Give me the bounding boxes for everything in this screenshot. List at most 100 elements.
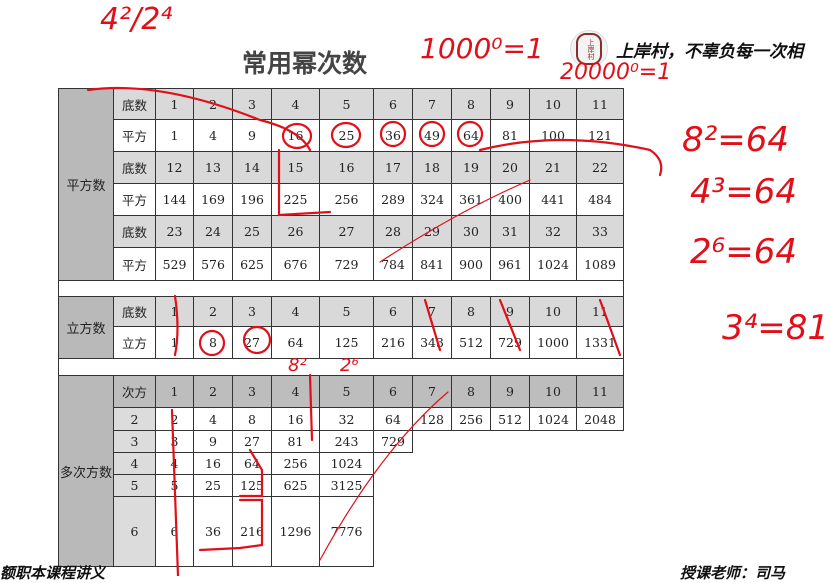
column-header: 9	[490, 375, 530, 408]
table-cell: 5	[319, 296, 374, 327]
row-header: 6	[113, 496, 156, 567]
table-cell: 3	[232, 88, 272, 120]
row-header: 5	[113, 474, 156, 497]
table-cell: 11	[576, 296, 624, 327]
table-cell: 441	[529, 183, 577, 216]
table-cell: 22	[576, 151, 624, 184]
table-cell: 7	[412, 296, 452, 327]
table-cell: 4	[155, 452, 194, 475]
table-cell: 225	[271, 183, 320, 216]
table-cell: 196	[232, 183, 272, 216]
table-cell: 6	[155, 496, 194, 567]
table-cell: 5	[319, 88, 374, 120]
table-cell: 13	[193, 151, 233, 184]
table-cell: 23	[155, 215, 194, 248]
table-cell: 32	[529, 215, 577, 248]
table-cell: 361	[451, 183, 491, 216]
table-cell: 36	[373, 119, 413, 152]
table-cell: 900	[451, 247, 491, 281]
annotation: 3⁴=81	[722, 308, 830, 348]
table-cell: 3125	[319, 474, 374, 497]
table-cell: 9	[490, 296, 530, 327]
brand-slogan: 上岸村，不辜负每一次相	[616, 41, 803, 62]
table-cell: 512	[490, 407, 530, 431]
table-cell: 2	[193, 296, 233, 327]
table-cell: 11	[576, 88, 624, 120]
table-cell: 9	[193, 430, 233, 453]
table-cell: 256	[271, 452, 320, 475]
table-cell: 64	[451, 119, 491, 152]
annotation: 8²=64	[682, 120, 790, 160]
table-cell: 64	[373, 407, 413, 431]
table-cell: 9	[232, 119, 272, 152]
section-label-powers: 多次方数	[58, 375, 114, 567]
table-cell: 4	[271, 296, 320, 327]
table-cell: 8	[451, 296, 491, 327]
table-cell: 26	[271, 215, 320, 248]
table-cell: 16	[271, 407, 320, 431]
table-cell: 10	[529, 296, 577, 327]
row-header: 平方	[113, 119, 156, 152]
table-cell: 6	[373, 88, 413, 120]
table-cell: 1296	[271, 496, 320, 567]
column-header: 3	[232, 375, 272, 408]
table-cell: 2048	[576, 407, 624, 431]
table-cell: 169	[193, 183, 233, 216]
table-cell: 1331	[576, 326, 624, 359]
table-cell: 12	[155, 151, 194, 184]
table-cell: 961	[490, 247, 530, 281]
annotation: 1000⁰=1	[420, 32, 544, 65]
table-cell: 33	[576, 215, 624, 248]
row-header: 底数	[113, 88, 156, 120]
table-cell: 729	[373, 430, 413, 453]
table-cell: 25	[319, 119, 374, 152]
table-cell: 100	[529, 119, 577, 152]
table-cell: 17	[373, 151, 413, 184]
table-cell: 29	[412, 215, 452, 248]
table-cell: 4	[193, 119, 233, 152]
table-cell: 1	[155, 88, 194, 120]
column-header: 7	[412, 375, 452, 408]
table-cell: 216	[232, 496, 272, 567]
table-cell: 1024	[529, 407, 577, 431]
table-cell: 784	[373, 247, 413, 281]
row-header: 底数	[113, 151, 156, 184]
table-cell: 64	[232, 452, 272, 475]
table-cell: 4	[193, 407, 233, 431]
row-header: 次方	[113, 375, 156, 408]
table-cell: 25	[193, 474, 233, 497]
table-cell: 27	[232, 430, 272, 453]
row-header: 2	[113, 407, 156, 431]
table-cell: 81	[271, 430, 320, 453]
table-cell: 31	[490, 215, 530, 248]
table-cell: 625	[232, 247, 272, 281]
table-cell: 49	[412, 119, 452, 152]
table-cell: 24	[193, 215, 233, 248]
table-cell: 125	[232, 474, 272, 497]
table-cell: 9	[490, 88, 530, 120]
table-cell: 36	[193, 496, 233, 567]
table-cell: 1	[155, 296, 194, 327]
table-cell: 5	[155, 474, 194, 497]
row-header: 底数	[113, 215, 156, 248]
separator	[58, 280, 624, 297]
column-header: 8	[451, 375, 491, 408]
table-cell: 1000	[529, 326, 577, 359]
table-cell: 841	[412, 247, 452, 281]
table-cell: 400	[490, 183, 530, 216]
footer-course: 额职本课程讲义	[0, 564, 106, 582]
table-cell: 3	[155, 430, 194, 453]
column-header: 1	[155, 375, 194, 408]
column-header: 4	[271, 375, 320, 408]
table-cell: 1024	[319, 452, 374, 475]
row-header: 4	[113, 452, 156, 475]
table-cell: 1	[155, 119, 194, 152]
table-cell: 289	[373, 183, 413, 216]
annotation: 4²/2⁴	[100, 2, 173, 37]
table-cell: 32	[319, 407, 374, 431]
table-cell: 21	[529, 151, 577, 184]
annotation: 2⁶=64	[690, 232, 798, 272]
table-cell: 484	[576, 183, 624, 216]
table-cell: 14	[232, 151, 272, 184]
table-cell: 27	[319, 215, 374, 248]
